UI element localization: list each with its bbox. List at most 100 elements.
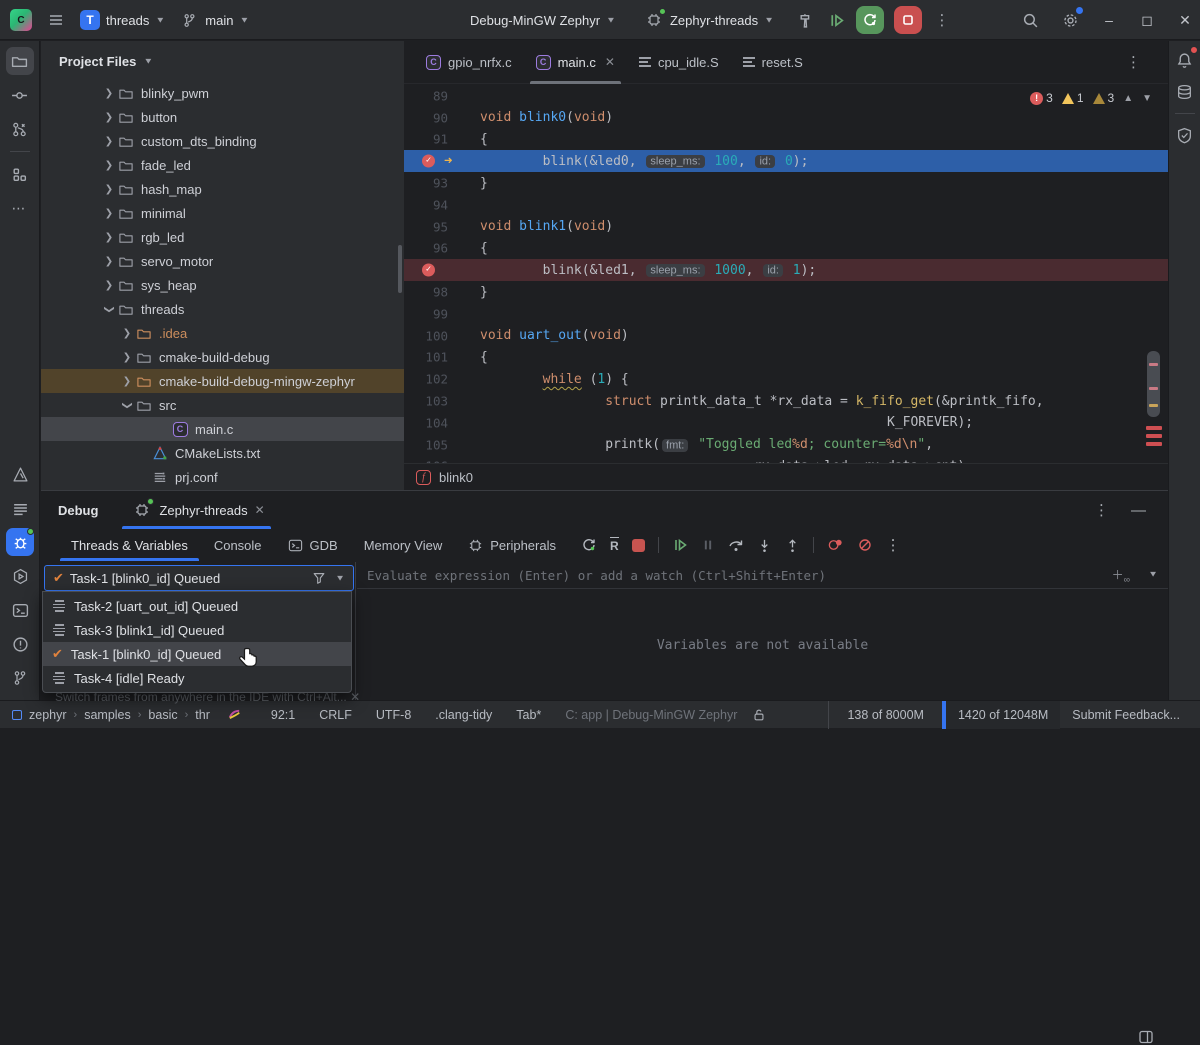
minimize-button[interactable]: –: [1100, 12, 1118, 28]
tree-item-prj-conf[interactable]: prj.conf: [41, 465, 404, 489]
tree-chevron-icon[interactable]: ❯: [101, 208, 117, 219]
tree-item-threads[interactable]: ❯threads: [41, 297, 404, 321]
notifications-bell-icon[interactable]: [1172, 47, 1198, 73]
code-line-92[interactable]: ✓➜ blink(&led0, sleep_ms: 100, id: 0);: [404, 150, 1168, 172]
evaluate-expression-bar[interactable]: Evaluate expression (Enter) or add a wat…: [357, 562, 1168, 589]
settings-gear-icon[interactable]: [1060, 10, 1080, 30]
code-line-98[interactable]: 98}: [404, 281, 1168, 303]
code-line-103[interactable]: 103 struct printk_data_t *rx_data = k_fi…: [404, 390, 1168, 412]
debug-options-kebab-icon[interactable]: ⋮: [1094, 501, 1109, 519]
thread-option[interactable]: Task-2 [uart_out_id] Queued: [43, 594, 351, 618]
tree-item-cmake-build-debug-mingw-zephyr[interactable]: ❯cmake-build-debug-mingw-zephyr: [41, 369, 404, 393]
gutter[interactable]: 89: [404, 85, 474, 107]
run-config-selector[interactable]: Debug-MinGW Zephyr ▼: [470, 13, 616, 28]
stop-icon[interactable]: [632, 539, 645, 552]
line-ending[interactable]: CRLF: [307, 708, 364, 722]
hide-panel-icon[interactable]: —: [1131, 502, 1146, 519]
tree-item-cmakelists-txt[interactable]: CMakeLists.txt: [41, 441, 404, 465]
resume-icon[interactable]: [672, 537, 688, 553]
view-breakpoints-icon[interactable]: [827, 537, 844, 553]
breadcrumb-basic[interactable]: basic: [148, 708, 177, 722]
lock-open-icon[interactable]: [749, 705, 769, 725]
breadcrumb-samples[interactable]: samples: [84, 708, 131, 722]
prev-issue-icon[interactable]: ▲: [1123, 93, 1133, 104]
project-panel-title[interactable]: Project Files: [59, 54, 136, 69]
gutter[interactable]: 91: [404, 129, 474, 151]
editor-tab-cpu-idle-s[interactable]: cpu_idle.S: [627, 41, 731, 84]
code-area[interactable]: 8990void blink0(void)91{✓➜ blink(&led0, …: [404, 85, 1168, 463]
debug-tool-button[interactable]: [6, 528, 34, 556]
gutter[interactable]: 96: [404, 238, 474, 260]
code-line-105[interactable]: 105 printk(fmt: "Toggled led%d; counter=…: [404, 434, 1168, 456]
version-control-tool-button[interactable]: [6, 115, 34, 143]
inspections-widget[interactable]: ! 3 1 3 ▲ ▼: [1030, 91, 1152, 105]
maximize-button[interactable]: ◻: [1138, 12, 1156, 29]
editor-scrollbar[interactable]: [1147, 351, 1160, 417]
structure-tool-button[interactable]: [6, 160, 34, 188]
code-line-95[interactable]: 95void blink1(void): [404, 216, 1168, 238]
tree-chevron-icon[interactable]: ❯: [104, 301, 115, 317]
breadcrumb-thr[interactable]: thr: [195, 708, 210, 722]
clang-tidy[interactable]: .clang-tidy: [423, 708, 504, 722]
search-icon[interactable]: [1020, 10, 1040, 30]
resume-debug-icon[interactable]: [826, 10, 846, 30]
tree-chevron-icon[interactable]: ❯: [119, 328, 135, 339]
gutter[interactable]: 90: [404, 107, 474, 129]
reset-icon[interactable]: R: [610, 537, 619, 553]
terminal-tool-button[interactable]: [6, 596, 34, 624]
debug-tab-peripherals[interactable]: Peripherals: [455, 529, 569, 561]
gutter[interactable]: ✓: [404, 259, 474, 281]
project-widget[interactable]: T threads ▼: [80, 10, 165, 30]
chevron-down-icon[interactable]: ▼: [335, 574, 345, 583]
tree-chevron-icon[interactable]: ❯: [101, 184, 117, 195]
gutter[interactable]: 101: [404, 347, 474, 369]
tree-item-servo-motor[interactable]: ❯servo_motor: [41, 249, 404, 273]
code-line-100[interactable]: 100void uart_out(void): [404, 325, 1168, 347]
main-menu-icon[interactable]: [46, 10, 66, 30]
code-line-94[interactable]: 94: [404, 194, 1168, 216]
commit-tool-button[interactable]: [6, 81, 34, 109]
tree-item-src[interactable]: ❯src: [41, 393, 404, 417]
thread-selector-combo[interactable]: ✔ Task-1 [blink0_id] Queued ▼: [44, 565, 354, 591]
submit-feedback[interactable]: Submit Feedback...: [1060, 708, 1192, 722]
git-tool-button[interactable]: [6, 664, 34, 692]
chevron-down-icon[interactable]: ▼: [1148, 571, 1158, 580]
caret-position[interactable]: 92:1: [259, 708, 307, 722]
tree-item-fade-led[interactable]: ❯fade_led: [41, 153, 404, 177]
more-actions-kebab-icon[interactable]: ⋮: [932, 10, 952, 30]
debug-tab-memory-view[interactable]: Memory View: [351, 529, 456, 561]
tree-chevron-icon[interactable]: ❯: [101, 280, 117, 291]
tree-item-button[interactable]: ❯button: [41, 105, 404, 129]
tree-item-main-c[interactable]: Cmain.c: [41, 417, 404, 441]
code-line-90[interactable]: 90void blink0(void): [404, 107, 1168, 129]
gutter[interactable]: 104: [404, 412, 474, 434]
thread-option[interactable]: ✔Task-1 [blink0_id] Queued: [43, 642, 351, 666]
close-session-icon[interactable]: ✕: [255, 503, 265, 517]
tree-chevron-icon[interactable]: ❯: [101, 136, 117, 147]
problems-tool-button[interactable]: [6, 630, 34, 658]
gutter[interactable]: 94: [404, 194, 474, 216]
gutter[interactable]: 98: [404, 281, 474, 303]
gutter[interactable]: 95: [404, 216, 474, 238]
tree-item-sys-heap[interactable]: ❯sys_heap: [41, 273, 404, 297]
code-line-96[interactable]: 96{: [404, 238, 1168, 260]
debug-session-selector[interactable]: Zephyr-threads ▼: [644, 10, 774, 30]
editor-tab-gpio-nrfx-c[interactable]: Cgpio_nrfx.c: [414, 41, 524, 84]
tree-chevron-icon[interactable]: ❯: [119, 352, 135, 363]
security-shield-icon[interactable]: [1172, 122, 1198, 148]
branch-widget[interactable]: main ▼: [179, 10, 249, 30]
editor-tabs-kebab-icon[interactable]: ⋮: [1126, 53, 1142, 71]
gutter[interactable]: 93: [404, 172, 474, 194]
thread-option[interactable]: Task-3 [blink1_id] Queued: [43, 618, 351, 642]
more-tools-button[interactable]: ⋯: [6, 194, 34, 222]
project-tool-button[interactable]: [6, 47, 34, 75]
gutter[interactable]: 100: [404, 325, 474, 347]
code-line-91[interactable]: 91{: [404, 129, 1168, 151]
breakpoint-icon[interactable]: ✓: [422, 264, 435, 277]
project-scrollbar[interactable]: [398, 245, 402, 293]
tree-item-custom-dts-binding[interactable]: ❯custom_dts_binding: [41, 129, 404, 153]
code-line-102[interactable]: 102 while (1) {: [404, 368, 1168, 390]
kebab-icon[interactable]: ⋮: [886, 536, 901, 554]
step-out-icon[interactable]: [785, 538, 800, 553]
gutter[interactable]: 102: [404, 368, 474, 390]
